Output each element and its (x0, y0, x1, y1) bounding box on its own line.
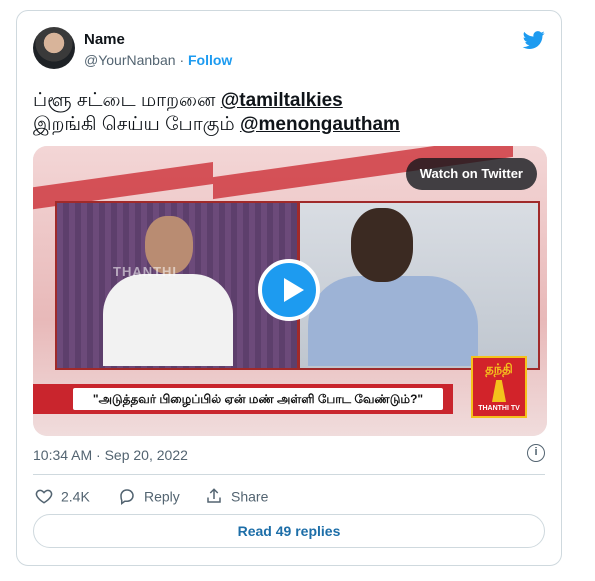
share-icon (207, 488, 221, 504)
divider (33, 474, 545, 475)
avatar[interactable] (33, 27, 75, 69)
thanthi-tv-logo: தந்தி THANTHI TV (471, 356, 527, 418)
follow-button[interactable]: Follow (188, 52, 232, 68)
channel-watermark: THANTHI (113, 264, 178, 279)
tweet-card: Name @YourNanban · Follow ப்ளூ சட்டை மாற… (16, 10, 562, 566)
tweet-text-line1: ப்ளூ சட்டை மாறனை (33, 90, 221, 111)
speaker-right (308, 276, 478, 366)
heart-icon (35, 489, 53, 504)
info-icon[interactable]: i (527, 444, 545, 462)
mention-link-tamiltalkies[interactable]: @tamiltalkies (221, 90, 343, 111)
mention-link-menongautham[interactable]: @menongautham (240, 114, 400, 135)
play-icon[interactable] (258, 259, 320, 321)
speaker-right-head (351, 208, 413, 282)
tweet-timestamp[interactable]: 10:34 AM · Sep 20, 2022 (33, 447, 188, 463)
like-button[interactable]: 2.4K (35, 487, 90, 505)
logo-tamil-text: தந்தி (485, 361, 513, 376)
share-label: Share (231, 488, 269, 505)
read-replies-button[interactable]: Read 49 replies (33, 514, 545, 548)
tweet-text: ப்ளூ சட்டை மாறனை @tamiltalkies இறங்கி செ… (33, 89, 553, 137)
ticker-text: "அடுத்தவர் பிழைப்பில் ஏன் மண் அள்ளி போட … (73, 388, 443, 410)
tweet-text-line2: இறங்கி செய்ய போகும் (33, 114, 240, 135)
news-ticker: "அடுத்தவர் பிழைப்பில் ஏன் மண் அள்ளி போட … (33, 384, 453, 414)
like-count: 2.4K (61, 488, 90, 505)
separator-dot: · (179, 52, 185, 68)
video-thumbnail[interactable]: THANTHI "அடுத்தவர் பிழைப்பில் ஏன் மண் அள… (33, 146, 547, 436)
reply-icon (120, 489, 134, 506)
handle-row: @YourNanban · Follow (84, 52, 232, 68)
speaker-left (103, 274, 233, 366)
user-handle[interactable]: @YourNanban (84, 52, 176, 68)
reply-button[interactable]: Reply (118, 487, 180, 506)
share-button[interactable]: Share (205, 487, 268, 505)
display-name[interactable]: Name (84, 31, 125, 48)
logo-channel-name: THANTHI TV (478, 405, 520, 412)
twitter-bird-icon[interactable] (521, 29, 547, 51)
tower-icon (492, 380, 506, 402)
watch-on-twitter-button[interactable]: Watch on Twitter (405, 158, 537, 190)
reply-label: Reply (144, 488, 180, 505)
